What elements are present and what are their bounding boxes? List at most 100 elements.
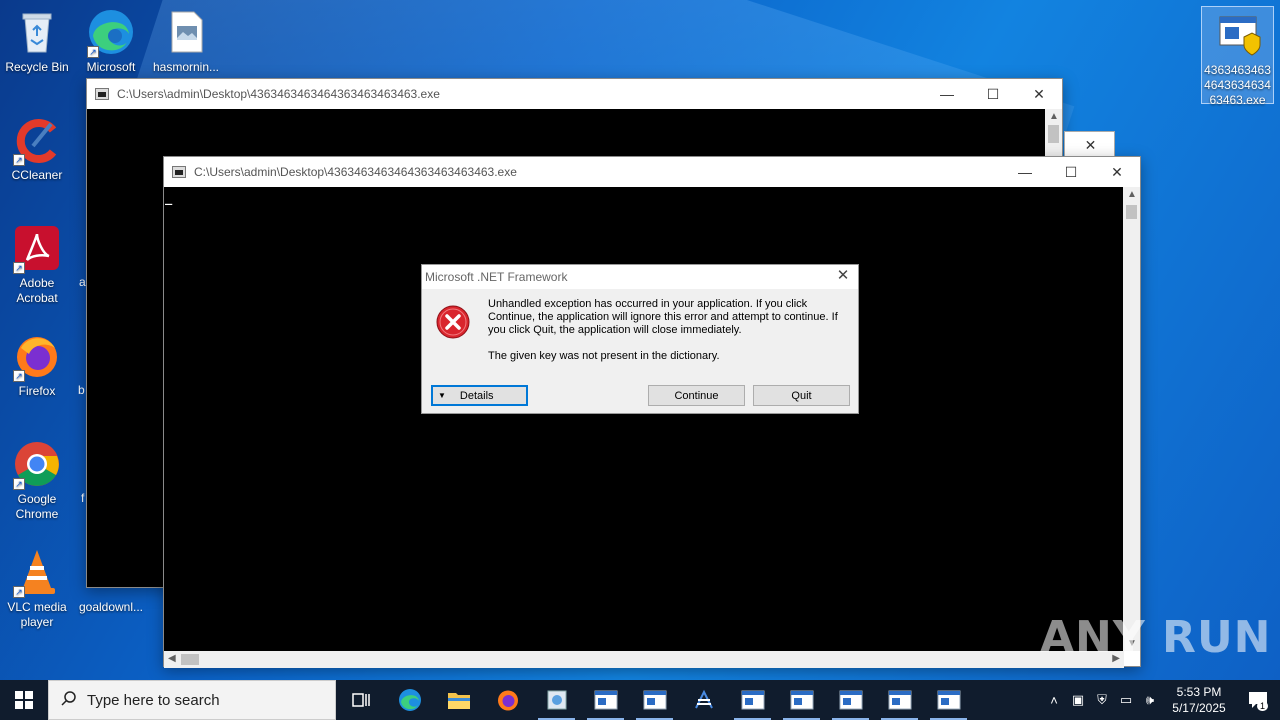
error-dialog[interactable]: Microsoft .NET Framework ✕ Unhandled exc… — [421, 264, 859, 414]
security-icon[interactable]: ⛨ — [1090, 692, 1114, 708]
maximize-button[interactable]: ☐ — [970, 79, 1016, 109]
horizontal-scrollbar[interactable]: ◀ ▶ — [164, 651, 1124, 668]
close-button[interactable]: ✕ — [1094, 157, 1140, 187]
scrollbar-thumb[interactable] — [181, 654, 199, 665]
chevron-up-icon[interactable]: ˄ — [1042, 693, 1066, 708]
shortcut-arrow-icon: ↗ — [13, 370, 25, 382]
taskbar-console-window[interactable] — [875, 680, 924, 720]
shortcut-arrow-icon: ↗ — [13, 586, 25, 598]
shortcut-arrow-icon: ↗ — [13, 262, 25, 274]
anyrun-watermark: ANY RUN — [1040, 612, 1272, 663]
desktop-icon-exe[interactable]: 4363463463464363463463463.exe — [1201, 6, 1274, 107]
network-icon[interactable]: ▭ — [1114, 692, 1138, 708]
close-button[interactable]: ✕ — [1016, 79, 1062, 109]
console-output: _ — [164, 187, 1124, 651]
taskbar-console-window[interactable] — [924, 680, 973, 720]
details-button-label: Details — [459, 389, 494, 402]
console-window-icon — [839, 690, 862, 710]
vertical-scrollbar[interactable]: ▲ ▼ — [1123, 187, 1140, 651]
scrollbar-thumb[interactable] — [1048, 125, 1059, 143]
desktop-icon-acrobat[interactable]: ↗ Adobe Acrobat — [0, 224, 74, 306]
folder-icon — [447, 693, 470, 709]
taskbar-app[interactable] — [532, 680, 581, 720]
clock-time: 5:53 PM — [1176, 685, 1222, 699]
desktop-icon-recycle-bin[interactable]: Recycle Bin — [0, 8, 74, 75]
quit-button[interactable]: Quit — [753, 385, 850, 406]
dialog-title: Microsoft .NET Framework — [425, 270, 568, 284]
task-view-button[interactable] — [336, 680, 385, 720]
exe-icon — [1214, 11, 1262, 59]
firefox-icon — [497, 690, 518, 711]
console-app-icon — [172, 166, 186, 178]
dialog-detail-text: The given key was not present in the dic… — [488, 350, 720, 362]
taskbar-console-window[interactable] — [581, 680, 630, 720]
desktop-icon-label: Adobe Acrobat — [16, 276, 58, 305]
dialog-message: Unhandled exception has occurred in your… — [488, 298, 838, 363]
taskbar-file-explorer[interactable] — [434, 680, 483, 720]
desktop-icon-chrome[interactable]: ↗ Google Chrome — [0, 440, 74, 522]
taskbar-console-window[interactable] — [728, 680, 777, 720]
desktop-icon-label: Google Chrome — [15, 492, 59, 521]
desktop-icon-ccleaner[interactable]: ↗ CCleaner — [0, 116, 74, 183]
close-button[interactable]: ✕ — [1065, 132, 1116, 158]
console-window-icon — [790, 690, 813, 710]
desktop-icon-label-partial: a — [79, 275, 86, 289]
desktop-icon-vlc[interactable]: ↗ VLC media player — [0, 548, 74, 630]
acrobat-icon: ↗ — [13, 224, 61, 274]
window-title: C:\Users\admin\Desktop\43634634634643634… — [117, 87, 440, 101]
window-titlebar[interactable]: C:\Users\admin\Desktop\43634634634643634… — [164, 157, 1140, 187]
task-view-icon — [351, 693, 370, 707]
search-icon — [61, 690, 77, 710]
scroll-left-icon[interactable]: ◀ — [168, 653, 176, 664]
scroll-up-icon[interactable]: ▲ — [1127, 189, 1137, 200]
taskbar-search-box[interactable]: Type here to search — [48, 680, 336, 720]
dialog-message-text: Unhandled exception has occurred in your… — [488, 298, 838, 336]
quit-button-label: Quit — [791, 389, 812, 402]
scrollbar-thumb[interactable] — [1126, 205, 1137, 219]
taskbar-clock[interactable]: 5:53 PM 5/17/2025 — [1162, 684, 1236, 716]
desktop-icon-label-partial: f — [81, 491, 85, 505]
console-window-middle[interactable]: ✕ — [1064, 131, 1115, 157]
system-tray: ˄ ▣ ⛨ ▭ 🕪 5:53 PM 5/17/2025 1 — [1042, 680, 1280, 720]
minimize-button[interactable]: — — [924, 79, 970, 109]
chevron-down-icon: ▼ — [438, 391, 446, 400]
minimize-button[interactable]: — — [1002, 157, 1048, 187]
shortcut-arrow-icon: ↗ — [13, 154, 25, 166]
taskbar-console-window[interactable] — [630, 680, 679, 720]
console-cursor: _ — [165, 191, 173, 205]
shortcut-arrow-icon: ↗ — [87, 46, 99, 58]
file-icon — [162, 8, 210, 56]
windows-logo-icon — [15, 691, 33, 709]
console-window-icon — [937, 690, 960, 710]
window-titlebar[interactable]: C:\Users\admin\Desktop\43634634634643634… — [87, 79, 1062, 109]
dialog-titlebar[interactable]: Microsoft .NET Framework ✕ — [422, 265, 858, 289]
network-monitor-icon[interactable]: ▣ — [1066, 692, 1090, 708]
taskbar-console-window[interactable] — [826, 680, 875, 720]
continue-button[interactable]: Continue — [648, 385, 745, 406]
desktop: Recycle Bin ↗ Microsoft Edge hasmornin..… — [0, 0, 1280, 680]
maximize-button[interactable]: ☐ — [1048, 157, 1094, 187]
desktop-icon-edge[interactable]: ↗ Microsoft Edge — [74, 8, 148, 76]
scroll-up-icon[interactable]: ▲ — [1049, 111, 1059, 122]
desktop-icon-label: goaldownl... — [78, 600, 144, 614]
taskbar-console-window[interactable] — [777, 680, 826, 720]
vertical-scrollbar[interactable]: ▲ — [1045, 109, 1062, 157]
taskbar-firefox[interactable] — [483, 680, 532, 720]
details-button[interactable]: ▼ Details — [431, 385, 528, 406]
desktop-icon-label: Recycle Bin — [5, 60, 69, 74]
clock-date: 5/17/2025 — [1172, 701, 1226, 715]
start-button[interactable] — [0, 680, 48, 720]
chrome-icon: ↗ — [13, 440, 61, 490]
volume-icon[interactable]: 🕪 — [1138, 692, 1162, 708]
recycle-bin-icon — [13, 8, 61, 56]
notification-center-button[interactable]: 1 — [1236, 680, 1280, 720]
dialog-close-button[interactable]: ✕ — [834, 267, 852, 285]
taskbar-app[interactable] — [679, 680, 728, 720]
notification-count-badge: 1 — [1256, 701, 1268, 711]
desktop-icon-label-partial: b — [78, 383, 85, 397]
desktop-icon-hasmornin[interactable]: hasmornin... — [149, 8, 223, 75]
error-icon — [436, 305, 470, 339]
desktop-icon-firefox[interactable]: ↗ Firefox — [0, 332, 74, 399]
taskbar-edge[interactable] — [385, 680, 434, 720]
desktop-icon-label: Firefox — [18, 384, 56, 398]
